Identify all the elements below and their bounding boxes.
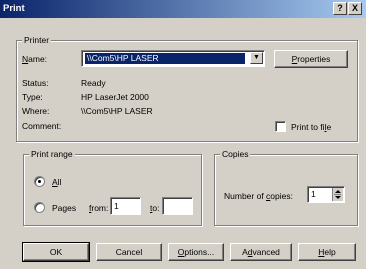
spin-divider — [334, 194, 341, 195]
radio-selected-dot — [38, 180, 41, 183]
number-of-copies-label: Number of copies: — [224, 191, 293, 201]
help-button[interactable]: Help — [298, 243, 356, 261]
window-title: Print — [3, 3, 25, 14]
copies-group-label: Copies — [220, 149, 251, 159]
printer-group-label: Printer — [22, 35, 52, 45]
where-label: Where: — [22, 106, 50, 116]
properties-button[interactable]: Properties — [274, 50, 348, 68]
print-range-group: Print range — [23, 149, 202, 226]
print-to-file-label[interactable]: Print to file — [291, 122, 331, 132]
close-title-button[interactable]: X — [348, 2, 362, 15]
printer-name-value: \\Com5\HP LASER — [87, 53, 159, 63]
advanced-label: Advanced — [242, 247, 280, 257]
from-value: 1 — [114, 201, 119, 211]
printer-name-label: Name: — [22, 54, 48, 64]
dropdown-button[interactable]: ▼ — [250, 52, 263, 64]
properties-label: Properties — [291, 54, 331, 64]
options-button[interactable]: Options... — [168, 243, 224, 261]
from-input[interactable]: 1 — [110, 197, 141, 215]
title-bar[interactable]: Print ? X — [0, 0, 366, 18]
ok-label: OK — [49, 247, 63, 257]
all-radio[interactable] — [34, 176, 45, 187]
print-range-group-label: Print range — [29, 149, 75, 159]
status-label: Status: — [22, 78, 49, 88]
to-label: to: — [150, 203, 160, 213]
help-label: Help — [318, 247, 336, 257]
advanced-button[interactable]: Advanced — [230, 243, 292, 261]
cancel-label: Cancel — [115, 247, 143, 257]
status-value: Ready — [81, 78, 106, 88]
type-value: HP LaserJet 2000 — [81, 92, 149, 102]
to-input[interactable] — [162, 197, 193, 215]
chevron-down-icon: ▼ — [253, 54, 260, 61]
type-label: Type: — [22, 92, 43, 102]
cancel-button[interactable]: Cancel — [96, 243, 162, 261]
copies-value: 1 — [311, 189, 316, 199]
comment-label: Comment: — [22, 121, 62, 131]
help-icon: ? — [337, 3, 343, 13]
print-to-file-checkbox[interactable] — [275, 121, 286, 132]
spin-down-icon[interactable] — [335, 196, 341, 199]
all-radio-label[interactable]: All — [52, 177, 61, 187]
help-title-button[interactable]: ? — [333, 2, 347, 15]
from-label: from: — [89, 203, 109, 213]
printer-name-dropdown[interactable]: \\Com5\HP LASER ▼ — [81, 50, 265, 67]
spin-up-icon[interactable] — [335, 190, 341, 193]
ok-button[interactable]: OK — [22, 242, 90, 262]
spin-arrows-icon[interactable] — [332, 188, 343, 201]
options-label: Options... — [177, 247, 215, 257]
pages-radio-label[interactable]: Pages — [52, 203, 76, 213]
close-icon: X — [351, 3, 358, 13]
print-dialog: Print ? X Printer Name: \\Com5\HP LASER … — [0, 0, 366, 269]
where-value: \\Com5\HP LASER — [81, 106, 153, 116]
copies-spinner[interactable]: 1 — [307, 186, 345, 203]
pages-radio[interactable] — [34, 202, 45, 213]
